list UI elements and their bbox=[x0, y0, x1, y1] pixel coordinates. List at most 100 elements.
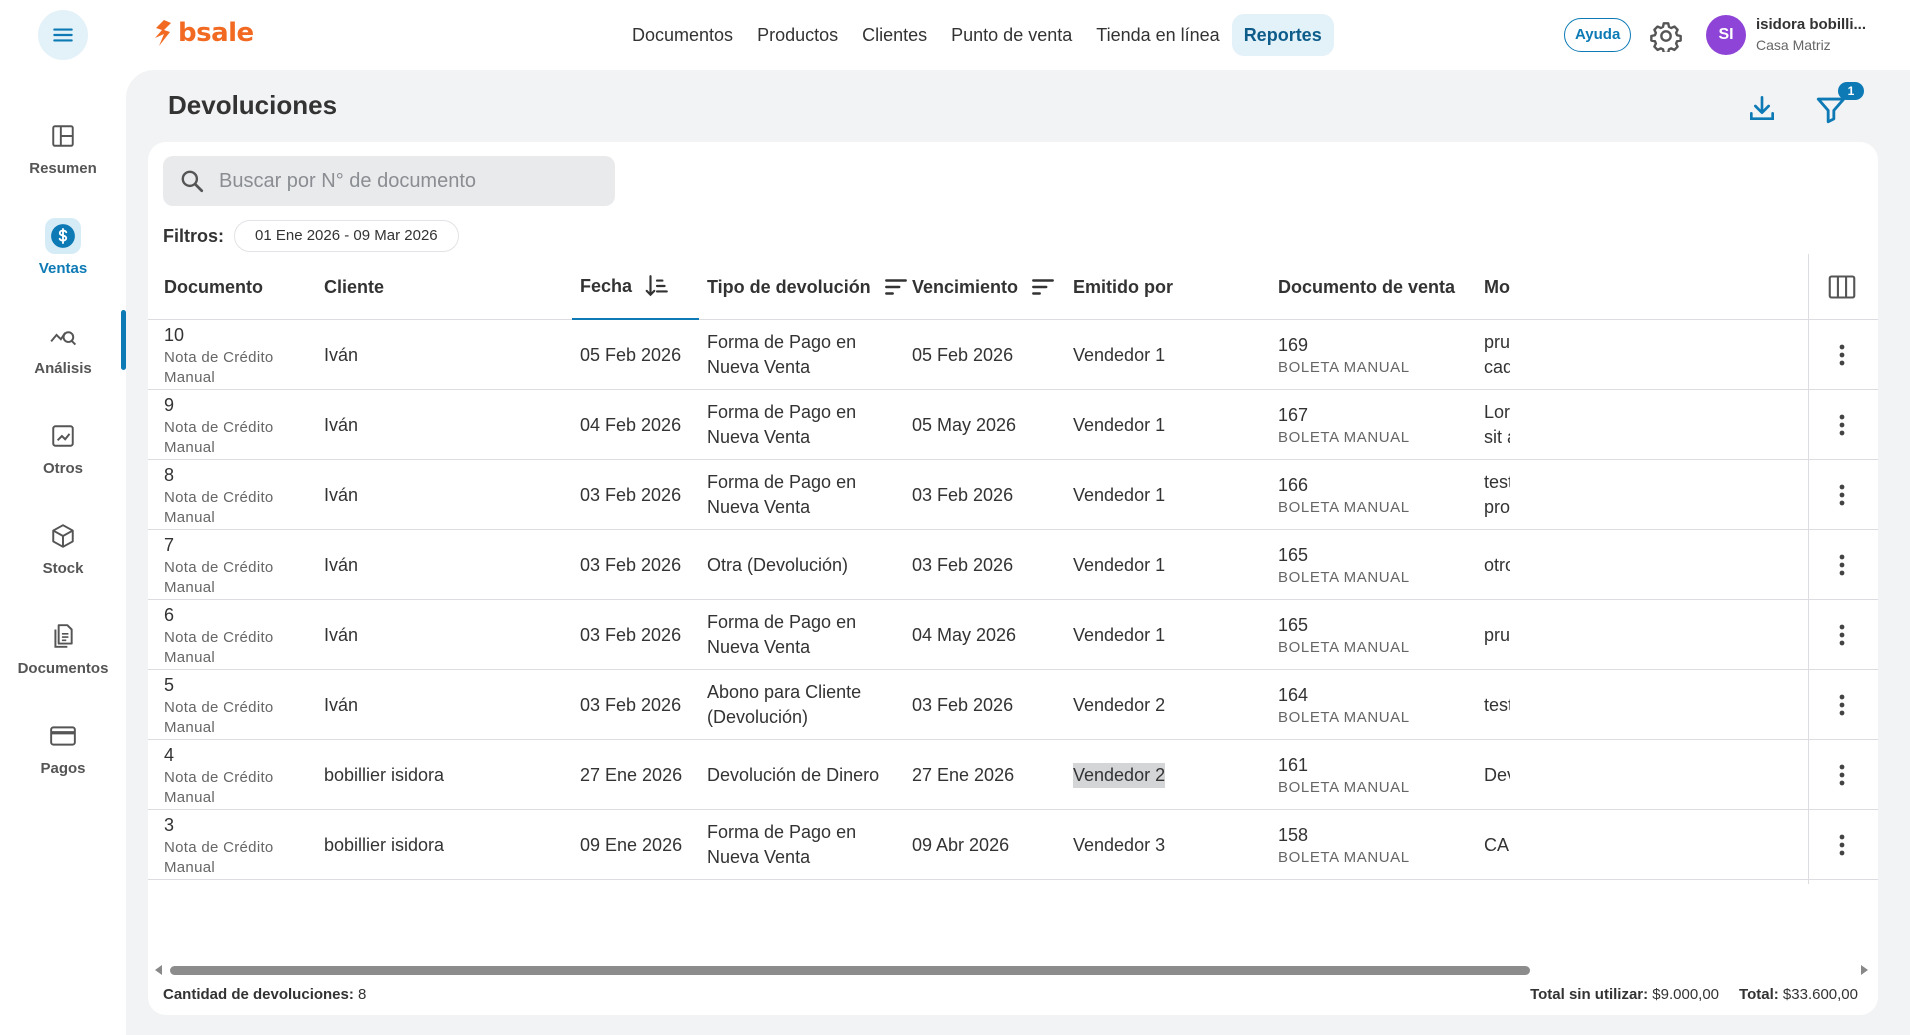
table-row[interactable]: 8 Nota de Crédito Manual Iván 03 Feb 2026 Fo… bbox=[148, 460, 1878, 530]
sale-document-number[interactable]: 165 bbox=[1278, 613, 1478, 638]
tipo-cell: Devolución de Dinero bbox=[707, 740, 907, 810]
help-button[interactable]: Ayuda bbox=[1564, 18, 1632, 52]
nav-punto-de-venta[interactable]: Punto de venta bbox=[939, 14, 1084, 56]
row-actions-button[interactable] bbox=[1828, 828, 1856, 862]
document-number[interactable]: 10 bbox=[164, 323, 324, 348]
download-icon[interactable] bbox=[1746, 92, 1778, 124]
search-input[interactable] bbox=[219, 169, 599, 193]
user-name[interactable]: isidora bobilli... bbox=[1756, 16, 1896, 33]
issuer-name: Vendedor 2 bbox=[1073, 762, 1166, 788]
scroll-right-arrow[interactable] bbox=[1861, 965, 1868, 975]
scroll-left-arrow[interactable] bbox=[155, 965, 162, 975]
row-actions-button[interactable] bbox=[1828, 338, 1856, 372]
table-row[interactable]: 4 Nota de Crédito Manual bobillier isidora… bbox=[148, 740, 1878, 810]
issuer-name: Vendedor 1 bbox=[1073, 484, 1166, 505]
vencimiento-cell: 03 Feb 2026 bbox=[912, 460, 1062, 530]
document-number[interactable]: 3 bbox=[164, 813, 324, 838]
more-vertical-icon bbox=[1839, 624, 1845, 646]
emitido-cell: Vendedor 1 bbox=[1073, 460, 1263, 530]
row-actions-button[interactable] bbox=[1828, 478, 1856, 512]
sale-document-number[interactable]: 158 bbox=[1278, 823, 1478, 848]
document-number[interactable]: 5 bbox=[164, 673, 324, 698]
col-vencimiento[interactable]: Vencimiento bbox=[912, 254, 1056, 320]
issuer-name: Vendedor 1 bbox=[1073, 344, 1166, 365]
document-number[interactable]: 7 bbox=[164, 533, 324, 558]
sidebar-item-resumen[interactable]: Resumen bbox=[0, 110, 126, 192]
due-date: 03 Feb 2026 bbox=[912, 484, 1014, 505]
sort-ascending-icon[interactable] bbox=[644, 273, 670, 299]
bsale-logo[interactable]: bsale bbox=[152, 18, 254, 48]
sidebar-item-otros[interactable]: Otros bbox=[0, 410, 126, 492]
table-row[interactable]: 7 Nota de Crédito Manual Iván 03 Feb 2026 Ot… bbox=[148, 530, 1878, 600]
row-actions-button[interactable] bbox=[1828, 758, 1856, 792]
sale-document-number[interactable]: 164 bbox=[1278, 683, 1478, 708]
col-emitido-por[interactable]: Emitido por bbox=[1073, 254, 1173, 320]
nav-tienda-en-linea[interactable]: Tienda en línea bbox=[1084, 14, 1231, 56]
col-documento[interactable]: Documento bbox=[164, 254, 263, 320]
nav-documentos[interactable]: Documentos bbox=[620, 14, 745, 56]
table-row[interactable]: 3 Nota de Crédito Manual bobillier isidora… bbox=[148, 810, 1878, 880]
col-documento-venta[interactable]: Documento de venta bbox=[1278, 254, 1455, 320]
table-row[interactable]: 6 Nota de Crédito Manual Iván 03 Feb 2026 Fo… bbox=[148, 600, 1878, 670]
document-number[interactable]: 9 bbox=[164, 393, 324, 418]
search-box[interactable] bbox=[163, 156, 615, 206]
document-number[interactable]: 8 bbox=[164, 463, 324, 488]
tipo-cell: Otra (Devolución) bbox=[707, 530, 907, 600]
scrollbar-thumb[interactable] bbox=[170, 966, 1530, 975]
nav-productos[interactable]: Productos bbox=[745, 14, 850, 56]
col-motivo[interactable]: Mot bbox=[1484, 254, 1510, 320]
sort-icon[interactable] bbox=[1030, 274, 1056, 300]
row-actions-button[interactable] bbox=[1828, 548, 1856, 582]
sale-document-number[interactable]: 166 bbox=[1278, 473, 1478, 498]
cliente-cell: Iván bbox=[324, 530, 564, 600]
sale-document-number[interactable]: 161 bbox=[1278, 753, 1478, 778]
document-number[interactable]: 6 bbox=[164, 603, 324, 628]
row-actions-button[interactable] bbox=[1828, 408, 1856, 442]
filters-label: Filtros: bbox=[163, 226, 224, 246]
sidebar-item-analisis[interactable]: Análisis bbox=[0, 310, 126, 392]
sort-icon[interactable] bbox=[883, 274, 909, 300]
horizontal-scrollbar[interactable] bbox=[148, 962, 1878, 976]
user-avatar[interactable]: SI bbox=[1706, 15, 1746, 55]
more-vertical-icon bbox=[1839, 554, 1845, 576]
documento-cell: 7 Nota de Crédito Manual bbox=[164, 530, 324, 600]
col-tipo-devolucion[interactable]: Tipo de devolución bbox=[707, 254, 909, 320]
date-range-filter-chip[interactable]: 01 Ene 2026 - 09 Mar 2026 bbox=[234, 220, 459, 252]
logo-text: bsale bbox=[178, 18, 254, 48]
more-vertical-icon bbox=[1839, 484, 1845, 506]
col-motivo-label: Mot bbox=[1484, 276, 1510, 297]
document-number[interactable]: 4 bbox=[164, 743, 324, 768]
table-row[interactable]: 5 Nota de Crédito Manual Iván 03 Feb 2026 Ab… bbox=[148, 670, 1878, 740]
row-actions-button[interactable] bbox=[1828, 688, 1856, 722]
return-type: Otra (Devolución) bbox=[707, 554, 849, 575]
sidebar-item-stock[interactable]: Stock bbox=[0, 510, 126, 592]
return-type: Devolución de Dinero bbox=[707, 764, 880, 785]
col-cliente[interactable]: Cliente bbox=[324, 254, 384, 320]
columns-icon[interactable] bbox=[1828, 274, 1856, 300]
table-row[interactable]: 10 Nota de Crédito Manual Iván 05 Feb 2026 F… bbox=[148, 320, 1878, 390]
search-icon bbox=[181, 170, 204, 193]
sidebar-item-ventas[interactable]: Ventas bbox=[0, 210, 126, 292]
due-date: 05 Feb 2026 bbox=[912, 344, 1014, 365]
nav-reportes[interactable]: Reportes bbox=[1231, 14, 1334, 56]
bsale-logo-icon bbox=[155, 20, 171, 46]
cliente-cell: Iván bbox=[324, 390, 564, 460]
col-fecha[interactable]: Fecha bbox=[572, 254, 699, 320]
sale-document-number[interactable]: 167 bbox=[1278, 403, 1478, 428]
sidebar-item-pagos[interactable]: Pagos bbox=[0, 710, 126, 792]
row-actions-button[interactable] bbox=[1828, 618, 1856, 652]
gear-icon[interactable] bbox=[1650, 20, 1682, 52]
sale-document-type: BOLETA MANUAL bbox=[1278, 778, 1410, 796]
table-row[interactable]: 9 Nota de Crédito Manual Iván 04 Feb 2026 Fo… bbox=[148, 390, 1878, 460]
hamburger-menu-button[interactable] bbox=[38, 10, 88, 60]
top-bar: bsale Documentos Productos Clientes Punt… bbox=[0, 0, 1910, 70]
cliente-cell: Iván bbox=[324, 460, 564, 530]
sidebar-item-documentos[interactable]: Documentos bbox=[0, 610, 126, 692]
fecha-cell: 03 Feb 2026 bbox=[580, 530, 700, 600]
cliente-cell: Iván bbox=[324, 600, 564, 670]
box-icon bbox=[52, 524, 74, 548]
sale-document-number[interactable]: 169 bbox=[1278, 333, 1478, 358]
due-date: 03 Feb 2026 bbox=[912, 694, 1014, 715]
sale-document-number[interactable]: 165 bbox=[1278, 543, 1478, 568]
nav-clientes[interactable]: Clientes bbox=[850, 14, 939, 56]
